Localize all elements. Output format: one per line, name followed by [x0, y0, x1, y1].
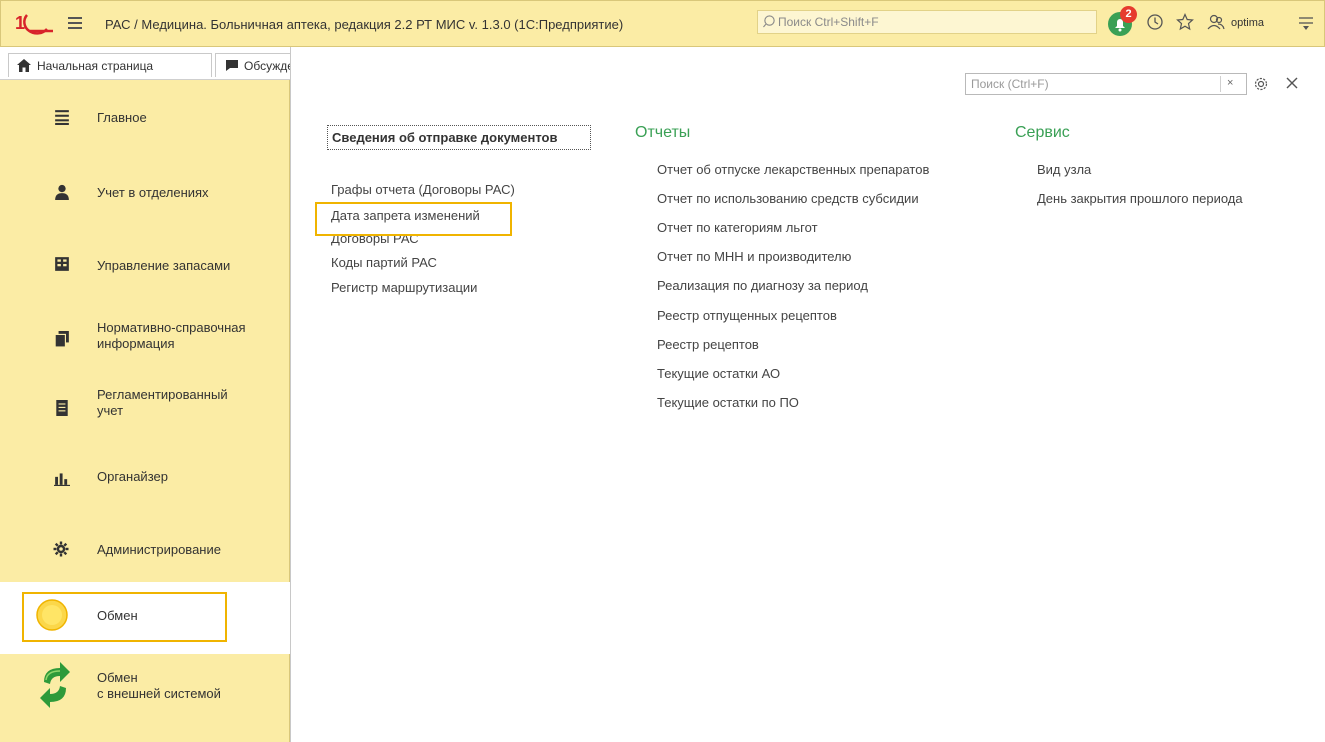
report-link[interactable]: Текущие остатки АО — [657, 366, 780, 381]
cards-icon — [54, 331, 69, 347]
change-lock-date-highlight-frame — [315, 202, 512, 236]
hamburger-icon[interactable] — [68, 17, 82, 29]
sidebar-item-departments[interactable]: Учет в отделениях — [0, 163, 290, 235]
sidebar-item-external-exchange[interactable]: Обмен с внешней системой — [0, 654, 290, 742]
title-bar: 1 РАС / Медицина. Больничная аптека, ред… — [0, 0, 1325, 47]
sidebar-item-main[interactable]: Главное — [0, 91, 290, 163]
sidebar-item-inventory[interactable]: Управление запасами — [0, 235, 290, 307]
notification-count-badge: 2 — [1120, 6, 1137, 23]
sidebar-item-label: Главное — [97, 110, 147, 125]
sync-icon — [40, 662, 70, 708]
report-link[interactable]: Отчет об отпуске лекарственных препарато… — [657, 162, 929, 177]
sections-sidebar: Главное Учет в отделениях Управление зап… — [0, 80, 290, 742]
sidebar-item-label: Управление запасами — [97, 258, 231, 273]
list-icon — [55, 110, 69, 125]
report-link[interactable]: Отчет по категориям льгот — [657, 220, 818, 235]
docs-heading-link[interactable]: Сведения об отправке документов — [332, 130, 557, 145]
sidebar-item-label: Администрирование — [97, 542, 221, 557]
sidebar-item-label: Органайзер — [97, 469, 168, 484]
sidebar-item-label: Нормативно-справочная информация — [97, 320, 246, 351]
document-icon — [56, 400, 68, 416]
panel-search-placeholder: Поиск (Ctrl+F) — [971, 77, 1049, 91]
service-link[interactable]: День закрытия прошлого периода — [1037, 191, 1243, 206]
report-link[interactable]: Отчет по МНН и производителю — [657, 249, 851, 264]
warehouse-icon — [55, 257, 69, 271]
service-link[interactable]: Вид узла — [1037, 162, 1091, 177]
username-label[interactable]: optima — [1231, 17, 1264, 29]
docs-link[interactable]: Регистр маршрутизации — [331, 280, 477, 295]
tab-discussions[interactable]: Обсуждения — [215, 53, 295, 77]
search-icon — [763, 15, 775, 28]
close-icon[interactable] — [1285, 76, 1299, 90]
1c-logo[interactable]: 1 — [15, 9, 55, 39]
reports-heading: Отчеты — [635, 124, 691, 141]
main-menu-icon[interactable] — [1298, 15, 1314, 31]
section-panel: Поиск (Ctrl+F) × Сведения об отправке до… — [290, 47, 1325, 742]
sidebar-item-label: Обмен с внешней системой — [97, 670, 221, 701]
open-windows-tabs: Начальная страница Обсуждения — [0, 47, 295, 80]
report-link[interactable]: Реестр рецептов — [657, 337, 759, 352]
chart-icon — [54, 473, 70, 486]
home-icon — [17, 59, 31, 72]
tab-home-label: Начальная страница — [37, 59, 154, 73]
report-link[interactable]: Реестр отпущенных рецептов — [657, 308, 837, 323]
favorites-star-icon[interactable] — [1176, 13, 1194, 31]
sidebar-item-regulated-accounting[interactable]: Регламентированный учет — [0, 379, 290, 451]
chat-icon — [226, 60, 238, 71]
service-heading: Сервис — [1015, 124, 1070, 141]
gear-icon — [53, 541, 69, 557]
global-search-input[interactable]: Поиск Ctrl+Shift+F — [757, 10, 1097, 34]
docs-link[interactable]: Графы отчета (Договоры РАС) — [331, 182, 515, 197]
sidebar-item-label: Учет в отделениях — [97, 185, 209, 200]
tab-home-page[interactable]: Начальная страница — [8, 53, 212, 77]
clear-search-icon[interactable]: × — [1227, 77, 1233, 89]
app-title: РАС / Медицина. Больничная аптека, редак… — [105, 17, 624, 32]
report-link[interactable]: Реализация по диагнозу за период — [657, 278, 868, 293]
sidebar-item-organizer[interactable]: Органайзер — [0, 451, 290, 523]
settings-gear-icon[interactable] — [1253, 76, 1269, 92]
sidebar-item-reference-info[interactable]: Нормативно-справочная информация — [0, 307, 290, 379]
person-icon — [55, 184, 69, 200]
history-icon[interactable] — [1146, 13, 1164, 31]
tab-discussions-label: Обсуждения — [244, 59, 295, 73]
report-link[interactable]: Отчет по использованию средств субсидии — [657, 191, 919, 206]
global-search-placeholder: Поиск Ctrl+Shift+F — [778, 15, 879, 29]
sidebar-item-label: Регламентированный учет — [97, 387, 228, 418]
report-link[interactable]: Текущие остатки по ПО — [657, 395, 799, 410]
exchange-highlight-frame — [22, 592, 227, 642]
user-icon[interactable] — [1207, 13, 1225, 31]
panel-search-input[interactable]: Поиск (Ctrl+F) × — [965, 73, 1247, 95]
search-separator — [1220, 76, 1221, 92]
docs-link[interactable]: Коды партий РАС — [331, 255, 437, 270]
